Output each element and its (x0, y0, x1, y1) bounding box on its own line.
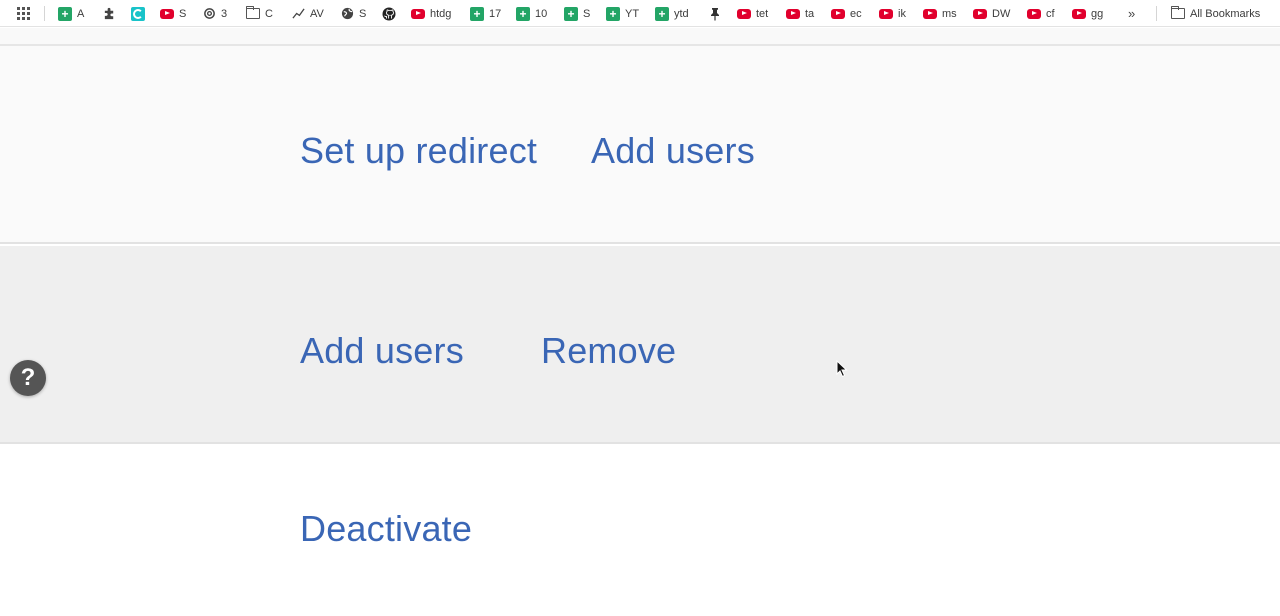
bookmark-item[interactable]: cf (1027, 5, 1055, 22)
bookmark-label: ms (942, 7, 957, 20)
bookmark-label: C (265, 7, 273, 20)
bookmark-item[interactable]: + A (58, 5, 84, 22)
bookmark-label: YT (625, 7, 640, 20)
remove-link[interactable]: Remove (541, 330, 676, 372)
bookmark-label: ytd (674, 7, 689, 20)
bookmark-item[interactable]: tet (737, 5, 768, 22)
section-top-edge (0, 28, 1280, 46)
folder-icon (1170, 6, 1185, 21)
bookmark-item[interactable]: + 10 (516, 5, 547, 22)
bookmark-item[interactable]: htdg (411, 5, 451, 22)
deactivate-link[interactable]: Deactivate (300, 508, 472, 550)
globe-icon (340, 7, 354, 21)
bookmark-item[interactable]: ik (879, 5, 906, 22)
bookmark-item[interactable]: C (245, 5, 273, 22)
action-row-1: Set up redirect Add users (0, 46, 1280, 244)
all-bookmarks-button[interactable]: All Bookmarks (1170, 5, 1261, 22)
sheets-icon: + (516, 6, 530, 21)
sheets-icon: + (564, 6, 578, 21)
bookmark-item[interactable] (382, 5, 396, 22)
bookmark-item[interactable]: ms (923, 5, 957, 22)
action-row-2: Add users Remove (0, 246, 1280, 444)
openai-icon (202, 7, 216, 21)
youtube-icon (160, 7, 174, 21)
pin-icon (708, 7, 722, 21)
apps-grid-icon[interactable] (16, 6, 30, 20)
mouse-cursor-icon (836, 360, 848, 378)
bookmark-item[interactable] (708, 5, 722, 22)
youtube-icon (737, 7, 751, 21)
youtube-icon (786, 7, 800, 21)
chevron-double-right-icon[interactable]: » (1128, 6, 1135, 21)
bookmark-item[interactable]: S (340, 5, 366, 22)
bookmark-item[interactable]: + S (564, 5, 590, 22)
youtube-icon (1027, 7, 1041, 21)
bookmark-label: ik (898, 7, 906, 20)
bookmark-item[interactable]: + 17 (470, 5, 501, 22)
sheets-icon: + (606, 6, 620, 21)
sheets-icon: + (655, 6, 669, 21)
bookmarks-bar: + A S 3 C AV S htdg + 17 + 10 + S + YT +… (0, 0, 1280, 27)
bookmark-label: A (77, 7, 85, 20)
bookmark-label: cf (1046, 7, 1055, 20)
bookmark-label: S (179, 7, 187, 20)
bookmark-item[interactable]: ta (786, 5, 814, 22)
bookmark-label: htdg (430, 7, 452, 20)
puzzle-icon (102, 7, 116, 21)
folder-icon (245, 6, 260, 21)
bookmarks-divider (1156, 6, 1157, 21)
bookmark-label: 3 (221, 7, 228, 20)
add-users-link[interactable]: Add users (591, 130, 755, 172)
bookmark-label: DW (992, 7, 1011, 20)
all-bookmarks-label: All Bookmarks (1190, 7, 1261, 20)
github-icon (382, 7, 396, 21)
youtube-icon (973, 7, 987, 21)
youtube-icon (1072, 7, 1086, 21)
help-button[interactable]: ? (10, 360, 46, 396)
bookmark-label: ta (805, 7, 815, 20)
bookmark-item[interactable]: 3 (202, 5, 227, 22)
bookmark-item[interactable]: S (160, 5, 186, 22)
bookmark-label: 17 (489, 7, 502, 20)
bookmark-label: AV (310, 7, 324, 20)
bookmark-label: gg (1091, 7, 1104, 20)
bookmark-item[interactable]: AV (291, 5, 324, 22)
bookmark-item[interactable]: gg (1072, 5, 1103, 22)
youtube-icon (411, 7, 425, 21)
action-row-3: Deactivate (0, 446, 1280, 616)
bookmarks-divider (44, 6, 45, 21)
bookmark-label: ec (850, 7, 862, 20)
sheets-icon: + (470, 6, 484, 21)
bookmark-label: S (359, 7, 367, 20)
youtube-icon (879, 7, 893, 21)
bookmark-item[interactable] (131, 5, 145, 22)
teal-app-icon (131, 6, 145, 21)
trend-icon (291, 7, 305, 21)
set-up-redirect-link[interactable]: Set up redirect (300, 130, 537, 172)
help-question-icon: ? (20, 364, 36, 391)
bookmark-label: 10 (535, 7, 548, 20)
bookmark-item[interactable]: + YT (606, 5, 639, 22)
bookmark-label: S (583, 7, 591, 20)
youtube-icon (831, 7, 845, 21)
youtube-icon (923, 7, 937, 21)
bookmark-item[interactable]: + ytd (655, 5, 689, 22)
bookmark-item[interactable]: ec (831, 5, 862, 22)
sheets-icon: + (58, 6, 72, 21)
bookmark-item[interactable] (102, 5, 116, 22)
add-users-link[interactable]: Add users (300, 330, 464, 372)
bookmark-item[interactable]: DW (973, 5, 1010, 22)
bookmark-label: tet (756, 7, 769, 20)
